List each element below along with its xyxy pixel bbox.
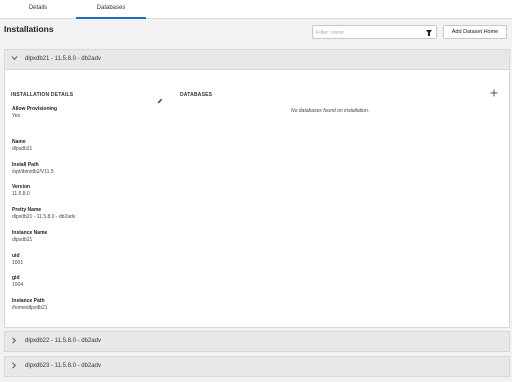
field-label: Install Path bbox=[12, 162, 39, 168]
field-value: /home/dlpxdb21 bbox=[12, 305, 48, 311]
field-instance-path: Instance Path /home/dlpxdb21 bbox=[12, 298, 48, 312]
databases-title: DATABASES bbox=[180, 92, 213, 98]
field-value: 11.5.8.0 bbox=[12, 191, 30, 197]
tab-bar: Details Databases bbox=[0, 0, 512, 19]
field-pretty-name: Pretty Name dlpxdb21 - 11.5.8.0 - db2adv bbox=[12, 207, 75, 221]
field-value: 1004 bbox=[12, 282, 24, 288]
field-value: dlpxdb21 - 11.5.8.0 - db2adv bbox=[12, 214, 76, 220]
field-label: Version bbox=[12, 184, 31, 190]
installation-panel-body: INSTALLATION DETAILS DATABASES No databa… bbox=[4, 70, 510, 328]
installation-panel-header-2[interactable]: dlpxdb22 - 11.5.8.0 - db2adv bbox=[4, 331, 510, 352]
field-instance-name: Instance Name dlpxdb21 bbox=[12, 230, 47, 244]
field-label: Instance Path bbox=[12, 298, 45, 304]
field-uid: uid 1001 bbox=[12, 253, 23, 267]
chevron-down-icon bbox=[11, 55, 18, 63]
field-label: Instance Name bbox=[12, 230, 48, 236]
add-dataset-home-button[interactable]: Add Dataset Home bbox=[443, 25, 507, 39]
field-version: Version 11.5.8.0 bbox=[12, 184, 30, 198]
installations-page: Details Databases Installations Add Data… bbox=[0, 0, 512, 382]
field-name: Name dlpxdb21 bbox=[12, 139, 32, 153]
filter-input[interactable] bbox=[316, 27, 416, 38]
field-gid: gid 1004 bbox=[12, 275, 23, 289]
installation-label: dlpxdb21 - 11.5.8.0 - db2adv bbox=[25, 56, 101, 62]
installation-panel-header-3[interactable]: dlpxdb23 - 11.5.8.0 - db2adv bbox=[4, 356, 510, 377]
chevron-right-icon bbox=[11, 337, 17, 346]
field-value: dlpxdb21 bbox=[12, 146, 33, 152]
field-allow-provisioning: Allow Provisioning Yes bbox=[12, 106, 57, 120]
plus-icon[interactable] bbox=[490, 89, 498, 99]
field-value: Yes bbox=[12, 113, 21, 119]
page-title: Installations bbox=[4, 24, 54, 34]
field-label: Allow Provisioning bbox=[12, 106, 58, 112]
installation-label: dlpxdb22 - 11.5.8.0 - db2adv bbox=[25, 338, 101, 344]
pencil-icon[interactable] bbox=[157, 91, 163, 104]
field-label: uid bbox=[12, 253, 20, 259]
field-label: Name bbox=[12, 139, 26, 145]
tab-details[interactable]: Details bbox=[0, 0, 76, 19]
tab-databases[interactable]: Databases bbox=[76, 0, 146, 19]
no-databases-message: No databases found on installation. bbox=[291, 108, 370, 114]
field-value: dlpxdb21 bbox=[12, 237, 33, 243]
installation-panel-header-1[interactable]: dlpxdb21 - 11.5.8.0 - db2adv bbox=[4, 49, 510, 70]
chevron-right-icon bbox=[11, 362, 17, 371]
field-value: 1001 bbox=[12, 260, 24, 266]
field-label: gid bbox=[12, 275, 20, 281]
installation-details-title: INSTALLATION DETAILS bbox=[11, 92, 74, 98]
field-value: /opt/ibm/db2/V11.5 bbox=[12, 169, 54, 175]
installation-label: dlpxdb23 - 11.5.8.0 - db2adv bbox=[25, 363, 101, 369]
field-label: Pretty Name bbox=[12, 207, 42, 213]
filter-box[interactable] bbox=[312, 25, 437, 39]
field-install-path: Install Path /opt/ibm/db2/V11.5 bbox=[12, 162, 54, 176]
funnel-icon[interactable] bbox=[426, 30, 432, 36]
